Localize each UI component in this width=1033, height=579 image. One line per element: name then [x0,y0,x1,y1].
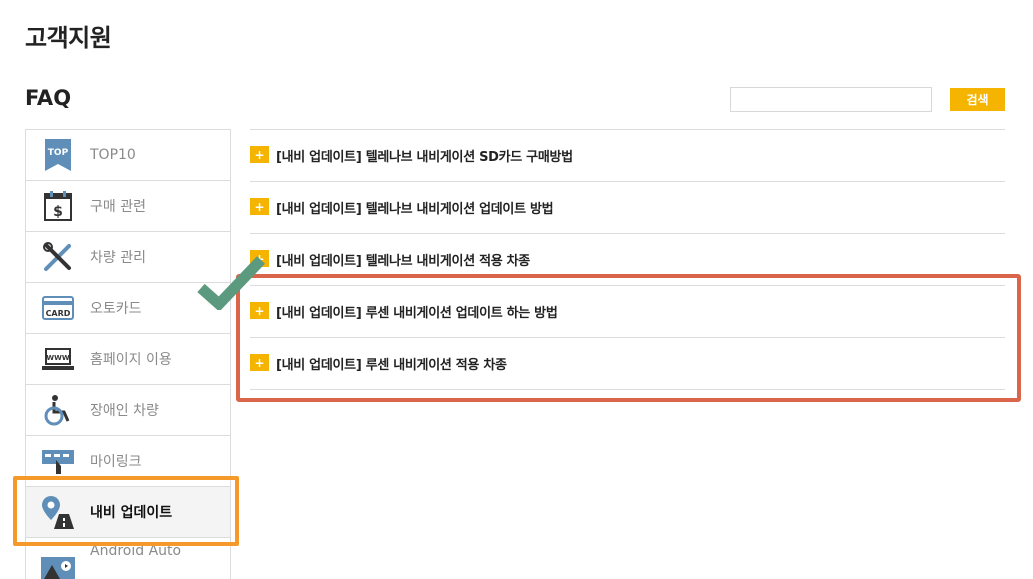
faq-question[interactable]: [내비 업데이트] 텔레나브 내비게이션 업데이트 방법 [276,198,554,217]
sidebar-item-disabled-vehicle[interactable]: 장애인 차량 [26,385,230,436]
sidebar-item-label: 오토카드 [90,301,142,317]
faq-section-title: FAQ [25,86,72,110]
tools-icon [26,232,90,283]
faq-item[interactable]: + [내비 업데이트] 루센 내비게이션 적용 차종 [250,338,1005,390]
sidebar-item-purchase[interactable]: $ 구매 관련 [26,181,230,232]
expand-plus-icon[interactable]: + [250,354,269,371]
top10-icon: TOP [26,130,90,181]
sidebar-item-vehicle-care[interactable]: 차량 관리 [26,232,230,283]
faq-item[interactable]: + [내비 업데이트] 텔레나브 내비게이션 SD카드 구매방법 [250,130,1005,182]
faq-question[interactable]: [내비 업데이트] 텔레나브 내비게이션 SD카드 구매방법 [276,146,573,165]
sidebar-item-homepage[interactable]: WWW 홈페이지 이용 [26,334,230,385]
expand-plus-icon[interactable]: + [250,302,269,319]
sidebar-item-top10[interactable]: TOP TOP10 [26,130,230,181]
sidebar-item-autocard[interactable]: CARD 오토카드 [26,283,230,334]
sidebar-item-label: 차량 관리 [90,250,146,266]
svg-text:CARD: CARD [46,309,71,318]
sidebar-item-label: 홈페이지 이용 [90,352,172,368]
purchase-calendar-icon: $ [26,181,90,232]
faq-item[interactable]: + [내비 업데이트] 텔레나브 내비게이션 업데이트 방법 [250,182,1005,234]
faq-question[interactable]: [내비 업데이트] 텔레나브 내비게이션 적용 차종 [276,250,530,269]
expand-plus-icon[interactable]: + [250,146,269,163]
card-icon: CARD [26,283,90,334]
svg-text:WWW: WWW [46,354,69,362]
sidebar-item-label: Android Auto [90,543,182,559]
expand-plus-icon[interactable]: + [250,250,269,267]
svg-text:$: $ [53,204,63,220]
mylink-icon [26,436,90,487]
page-title: 고객지원 [25,24,112,52]
search-input[interactable] [730,87,932,112]
search-button[interactable]: 검색 [950,88,1005,111]
www-laptop-icon: WWW [26,334,90,385]
faq-item[interactable]: + [내비 업데이트] 루센 내비게이션 업데이트 하는 방법 [250,286,1005,338]
svg-text:TOP: TOP [48,148,69,158]
sidebar-item-label: 구매 관련 [90,199,146,215]
sidebar-item-label: 마이링크 [90,454,142,470]
sidebar-item-android-auto[interactable]: Android Auto [26,538,230,579]
faq-category-sidebar: TOP TOP10 $ 구매 관련 차량 관리 CARD 오토카드 WWW 홈페… [25,129,231,579]
navi-pin-icon [26,487,90,538]
faq-question[interactable]: [내비 업데이트] 루센 내비게이션 적용 차종 [276,354,507,373]
sidebar-item-navi-update[interactable]: 내비 업데이트 [26,487,230,538]
faq-item[interactable]: + [내비 업데이트] 텔레나브 내비게이션 적용 차종 [250,234,1005,286]
sidebar-item-label: TOP10 [90,147,136,163]
sidebar-item-label: 내비 업데이트 [90,505,173,521]
wheelchair-icon [26,385,90,436]
sidebar-item-mylink[interactable]: 마이링크 [26,436,230,487]
sidebar-item-label: 장애인 차량 [90,403,159,419]
faq-question[interactable]: [내비 업데이트] 루센 내비게이션 업데이트 하는 방법 [276,302,558,321]
android-auto-icon [26,542,90,579]
faq-list: + [내비 업데이트] 텔레나브 내비게이션 SD카드 구매방법 + [내비 업… [250,129,1005,390]
expand-plus-icon[interactable]: + [250,198,269,215]
